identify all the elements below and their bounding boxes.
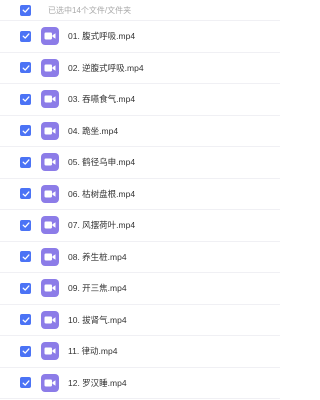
file-checkbox[interactable] [20, 30, 31, 42]
file-name: 02. 逆腹式呼吸.mp4 [68, 62, 144, 73]
check-icon [22, 285, 30, 291]
file-checkbox[interactable] [20, 251, 31, 263]
file-row[interactable]: 12. 罗汉睡.mp4 [0, 368, 280, 399]
video-file-icon [41, 373, 59, 392]
video-camera-icon [44, 95, 56, 103]
selection-header: 已选中14个文件/文件夹 [0, 0, 280, 21]
file-name: 11. 律动.mp4 [68, 346, 118, 357]
file-name: 04. 跪坐.mp4 [68, 125, 119, 136]
file-name: 07. 风摆荷叶.mp4 [68, 220, 136, 231]
file-row[interactable]: 04. 跪坐.mp4 [0, 116, 280, 147]
file-checkbox[interactable] [20, 93, 31, 105]
file-name: 09. 开三焦.mp4 [68, 283, 127, 294]
video-camera-icon [44, 253, 56, 261]
selection-count-text: 已选中14个文件/文件夹 [48, 5, 132, 15]
file-name: 03. 吞嚥食气.mp4 [68, 94, 136, 105]
file-row[interactable]: 06. 枯树盘根.mp4 [0, 179, 280, 210]
file-checkbox[interactable] [20, 377, 31, 389]
file-list: 01. 腹式呼吸.mp4 02. 逆腹式呼吸.mp4 03. 吞嚥食气.mp4 04.… [0, 21, 280, 399]
check-icon [22, 33, 30, 39]
select-all-checkbox[interactable] [20, 4, 31, 16]
video-camera-icon [44, 347, 56, 355]
video-file-icon [41, 342, 59, 361]
video-camera-icon [44, 316, 56, 324]
check-icon [22, 191, 30, 197]
file-name: 06. 枯树盘根.mp4 [68, 188, 136, 199]
file-name: 10. 拔肾气.mp4 [68, 314, 127, 325]
check-icon [22, 7, 30, 13]
video-file-icon [41, 153, 59, 172]
check-icon [22, 348, 30, 354]
file-checkbox[interactable] [20, 188, 31, 200]
file-name: 05. 鹤径乌申.mp4 [68, 157, 136, 168]
file-row[interactable]: 09. 开三焦.mp4 [0, 273, 280, 305]
file-row[interactable]: 01. 腹式呼吸.mp4 [0, 21, 280, 53]
file-row[interactable]: 02. 逆腹式呼吸.mp4 [0, 53, 280, 84]
file-checkbox[interactable] [20, 156, 31, 168]
video-file-icon [41, 310, 59, 329]
check-icon [22, 380, 30, 386]
file-row[interactable]: 03. 吞嚥食气.mp4 [0, 84, 280, 116]
file-name: 12. 罗汉睡.mp4 [68, 377, 127, 388]
check-icon [22, 254, 30, 260]
video-file-icon [41, 247, 59, 266]
file-row[interactable]: 07. 风摆荷叶.mp4 [0, 210, 280, 242]
video-file-icon [41, 216, 59, 235]
video-camera-icon [44, 32, 56, 40]
video-camera-icon [44, 64, 56, 72]
video-file-icon [41, 184, 59, 203]
video-camera-icon [44, 127, 56, 135]
video-camera-icon [44, 379, 56, 387]
check-icon [22, 65, 30, 71]
file-checkbox[interactable] [20, 345, 31, 357]
file-name: 01. 腹式呼吸.mp4 [68, 31, 136, 42]
file-row[interactable]: 10. 拔肾气.mp4 [0, 305, 280, 336]
video-file-icon [41, 279, 59, 298]
check-icon [22, 159, 30, 165]
check-icon [22, 222, 30, 228]
file-name: 08. 养生桩.mp4 [68, 251, 127, 262]
video-file-icon [41, 27, 59, 46]
file-checkbox[interactable] [20, 125, 31, 137]
check-icon [22, 128, 30, 134]
file-checkbox[interactable] [20, 282, 31, 294]
file-checkbox[interactable] [20, 314, 31, 326]
file-checkbox[interactable] [20, 62, 31, 74]
file-row[interactable]: 08. 养生桩.mp4 [0, 242, 280, 273]
video-file-icon [41, 58, 59, 77]
check-icon [22, 317, 30, 323]
check-icon [22, 96, 30, 102]
video-camera-icon [44, 284, 56, 292]
video-camera-icon [44, 221, 56, 229]
video-camera-icon [44, 158, 56, 166]
video-file-icon [41, 90, 59, 109]
video-file-icon [41, 121, 59, 140]
file-row[interactable]: 11. 律动.mp4 [0, 336, 280, 368]
file-checkbox[interactable] [20, 219, 31, 231]
file-row[interactable]: 05. 鹤径乌申.mp4 [0, 147, 280, 179]
video-camera-icon [44, 190, 56, 198]
